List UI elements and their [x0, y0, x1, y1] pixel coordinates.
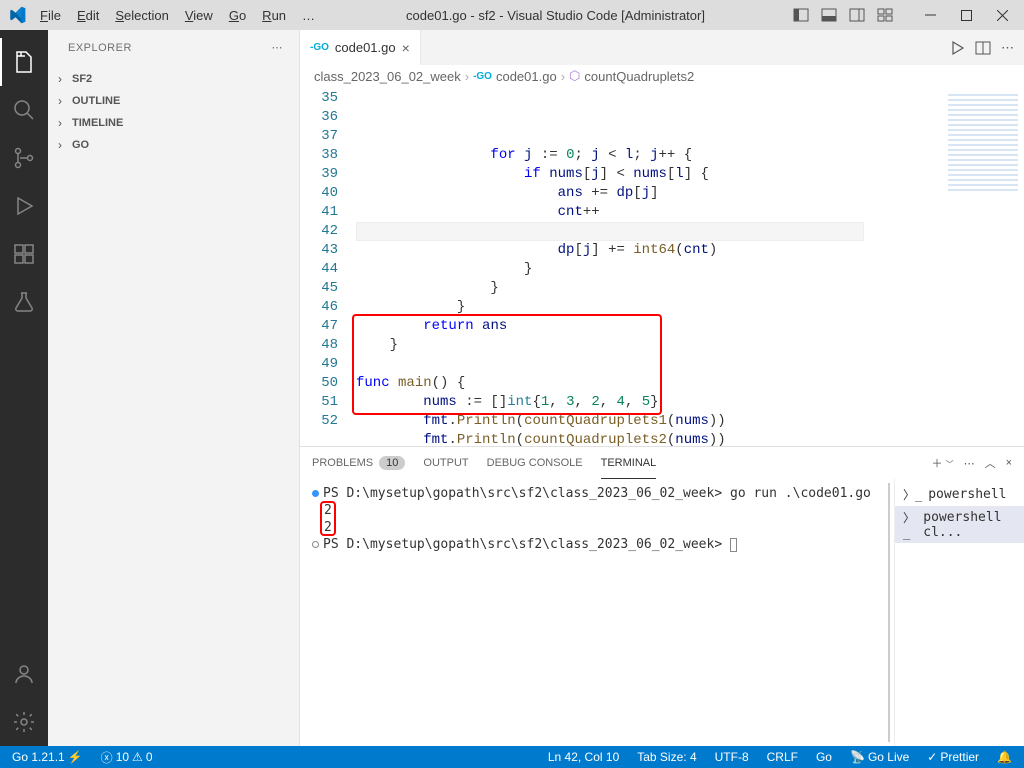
terminal-output-line: 2 [312, 502, 882, 519]
status-prettier[interactable]: ✓Prettier [923, 750, 983, 764]
symbol-function-icon: ⬡ [569, 68, 580, 84]
tab-filename: code01.go [335, 40, 396, 55]
status-encoding[interactable]: UTF-8 [711, 750, 753, 764]
sidebar-section-go[interactable]: ›GO [48, 134, 299, 156]
panel-tab-problems[interactable]: PROBLEMS10 [312, 447, 405, 479]
status-bar: Go 1.21.1 ⚡ ⓧ10 ⚠0 Ln 42, Col 10 Tab Siz… [0, 746, 1024, 768]
terminal-prompt-path: PS D:\mysetup\gopath\src\sf2\class_2023_… [323, 486, 722, 501]
layout-panel-icon[interactable] [818, 4, 840, 26]
panel-close-icon[interactable]: × [1006, 457, 1012, 469]
sidebar-section-timeline[interactable]: ›TIMELINE [48, 112, 299, 134]
menu-go[interactable]: Go [223, 5, 252, 26]
terminal-item[interactable]: 〉_powershell cl... [895, 506, 1024, 543]
terminal[interactable]: PS D:\mysetup\gopath\src\sf2\class_2023_… [300, 479, 894, 746]
terminal-item[interactable]: 〉_powershell [895, 483, 1024, 506]
editor-area: -GO code01.go × ⋯ class_2023_06_02_week … [300, 30, 1024, 746]
status-go-live[interactable]: 📡Go Live [846, 750, 913, 764]
menu-run[interactable]: Run [256, 5, 292, 26]
run-icon[interactable] [949, 40, 965, 56]
split-editor-icon[interactable] [975, 40, 991, 56]
titlebar: File Edit Selection View Go Run … code01… [0, 0, 1024, 30]
minimize-icon[interactable] [916, 4, 944, 26]
layout-sidebar-right-icon[interactable] [846, 4, 868, 26]
tab-close-icon[interactable]: × [402, 40, 410, 56]
activity-testing[interactable] [0, 278, 48, 326]
go-file-icon: -GO [310, 42, 329, 53]
activity-settings[interactable] [0, 698, 48, 746]
terminal-scrollbar[interactable] [888, 483, 890, 742]
status-problems[interactable]: ⓧ10 ⚠0 [97, 749, 157, 766]
menu-selection[interactable]: Selection [109, 5, 174, 26]
tab-code01[interactable]: -GO code01.go × [300, 30, 421, 65]
chevron-right-icon: › [58, 94, 72, 108]
terminal-icon: 〉_ [903, 509, 917, 540]
layout-customize-icon[interactable] [874, 4, 896, 26]
menu-edit[interactable]: Edit [71, 5, 105, 26]
explorer-sidebar: EXPLORER ⋯ ›SF2›OUTLINE›TIMELINE›GO [48, 30, 300, 746]
breadcrumb-file[interactable]: code01.go [496, 69, 557, 84]
sidebar-section-outline[interactable]: ›OUTLINE [48, 90, 299, 112]
menu-view[interactable]: View [179, 5, 219, 26]
panel-tab-terminal[interactable]: TERMINAL [601, 447, 657, 479]
chevron-right-icon: › [58, 138, 72, 152]
terminal-icon: 〉_ [903, 486, 922, 503]
panel-more-icon[interactable]: ⋯ [964, 457, 975, 470]
terminal-command: go run .\code01.go [730, 486, 871, 501]
status-tab-size[interactable]: Tab Size: 4 [633, 750, 700, 764]
explorer-more-icon[interactable]: ⋯ [272, 41, 284, 54]
window-title: code01.go - sf2 - Visual Studio Code [Ad… [321, 8, 790, 23]
menu-file[interactable]: File [34, 5, 67, 26]
activity-run-debug[interactable] [0, 182, 48, 230]
explorer-title: EXPLORER [68, 42, 132, 54]
breadcrumb-folder[interactable]: class_2023_06_02_week [314, 69, 461, 84]
activity-explorer[interactable] [0, 38, 48, 86]
layout-sidebar-left-icon[interactable] [790, 4, 812, 26]
close-icon[interactable] [988, 4, 1016, 26]
code-editor[interactable]: 353637383940414243444546474849505152 for… [300, 87, 1024, 446]
status-go-version[interactable]: Go 1.21.1 ⚡ [8, 750, 87, 764]
status-ln-col[interactable]: Ln 42, Col 10 [544, 750, 623, 764]
status-language[interactable]: Go [812, 750, 836, 764]
activity-source-control[interactable] [0, 134, 48, 182]
new-terminal-icon[interactable]: ＋ ﹀ [932, 455, 954, 471]
status-eol[interactable]: CRLF [763, 750, 802, 764]
sidebar-section-sf2[interactable]: ›SF2 [48, 68, 299, 90]
panel-tab-output[interactable]: OUTPUT [423, 447, 468, 479]
editor-tabs: -GO code01.go × ⋯ [300, 30, 1024, 65]
panel-maximize-icon[interactable]: ︿ [985, 455, 996, 471]
activity-bar [0, 30, 48, 746]
chevron-right-icon: › [58, 116, 72, 130]
terminal-prompt-path: PS D:\mysetup\gopath\src\sf2\class_2023_… [323, 537, 722, 552]
highlight-main-func [352, 314, 662, 415]
minimap[interactable] [944, 87, 1024, 446]
menu-bar: File Edit Selection View Go Run … [34, 5, 321, 26]
terminal-list: 〉_powershell〉_powershell cl... [894, 479, 1024, 746]
chevron-right-icon: › [58, 72, 72, 86]
status-notifications-icon[interactable]: 🔔 [993, 750, 1016, 764]
vscode-logo-icon [8, 6, 26, 24]
go-file-icon: -GO [473, 71, 492, 82]
menu-more[interactable]: … [296, 5, 321, 26]
bottom-panel: PROBLEMS10 OUTPUT DEBUG CONSOLE TERMINAL ＋ … [300, 446, 1024, 746]
activity-extensions[interactable] [0, 230, 48, 278]
editor-more-icon[interactable]: ⋯ [1001, 40, 1014, 56]
highlight-output [320, 501, 336, 536]
panel-tab-debug-console[interactable]: DEBUG CONSOLE [487, 447, 583, 479]
activity-search[interactable] [0, 86, 48, 134]
terminal-output-line: 2 [312, 519, 882, 536]
breadcrumb-symbol[interactable]: countQuadruplets2 [584, 69, 694, 84]
maximize-icon[interactable] [952, 4, 980, 26]
activity-accounts[interactable] [0, 650, 48, 698]
breadcrumb[interactable]: class_2023_06_02_week › -GO code01.go › … [300, 65, 1024, 87]
